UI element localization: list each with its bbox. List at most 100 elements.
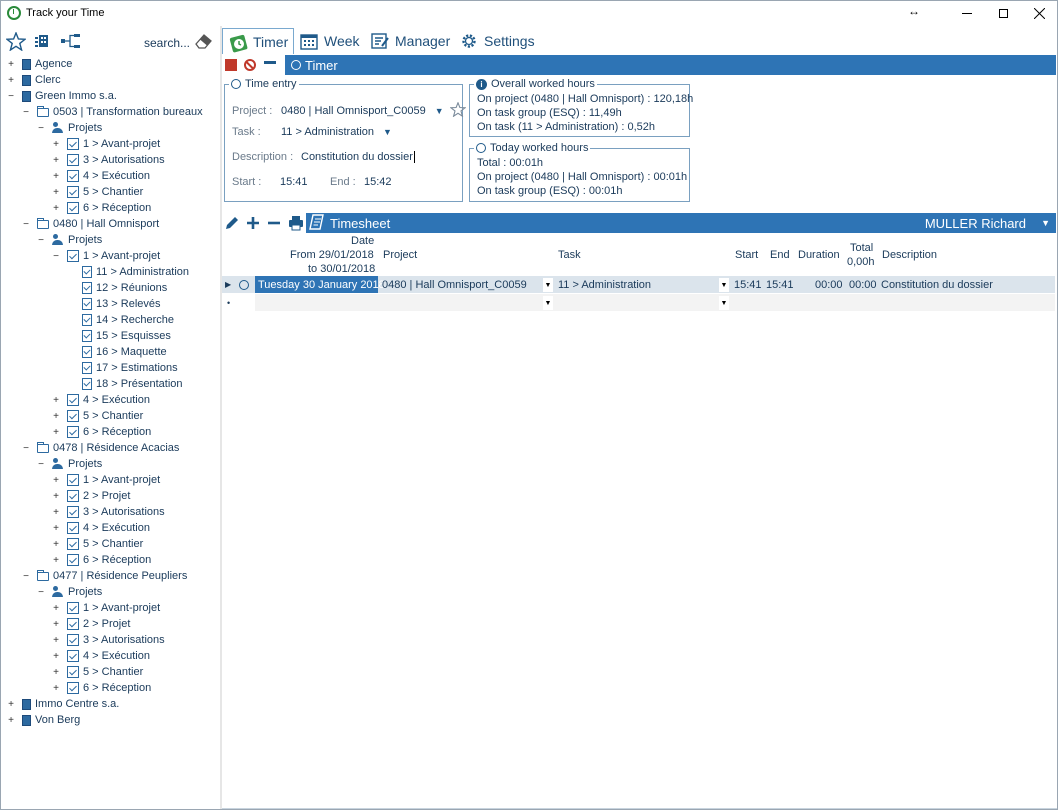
tree-item[interactable]: 18 > Présentation: [66, 376, 183, 392]
hierarchy-view-button[interactable]: [61, 32, 81, 50]
expand-icon[interactable]: +: [51, 427, 61, 438]
tab-week[interactable]: Week: [300, 28, 360, 54]
tree-item[interactable]: +6 > Réception: [51, 200, 151, 216]
expand-icon[interactable]: +: [51, 411, 61, 422]
tree-item[interactable]: +4 > Exécution: [51, 168, 150, 184]
expand-icon[interactable]: +: [51, 539, 61, 550]
tree-item[interactable]: +4 > Exécution: [51, 648, 150, 664]
task-dropdown-icon[interactable]: ▼: [383, 127, 392, 137]
tree-item[interactable]: − 0478 | Résidence Acacias: [21, 440, 179, 456]
row-description-cell[interactable]: Constitution du dossier: [881, 276, 993, 293]
row-end-cell[interactable]: 15:41: [766, 276, 794, 293]
expand-icon[interactable]: +: [51, 203, 61, 214]
stop-timer-button[interactable]: [225, 59, 237, 71]
collapse-icon[interactable]: −: [6, 91, 16, 102]
row-start-cell[interactable]: 15:41: [734, 276, 762, 293]
collapse-timer-button[interactable]: [264, 60, 276, 64]
print-button[interactable]: [288, 215, 304, 234]
expand-icon[interactable]: +: [51, 171, 61, 182]
expand-icon[interactable]: +: [51, 619, 61, 630]
expand-icon[interactable]: +: [51, 523, 61, 534]
row-project-dropdown-icon[interactable]: ▼: [543, 278, 553, 292]
expand-icon[interactable]: +: [51, 491, 61, 502]
duration-column-header[interactable]: Duration: [798, 249, 840, 261]
collapse-icon[interactable]: −: [21, 107, 31, 118]
tree-item[interactable]: +6 > Réception: [51, 424, 151, 440]
tree-item[interactable]: + Immo Centre s.a.: [6, 696, 119, 712]
task-select[interactable]: 11 > Administration: [281, 126, 374, 138]
start-column-header[interactable]: Start: [735, 249, 758, 261]
tree-item[interactable]: +4 > Exécution: [51, 392, 150, 408]
tree-item[interactable]: − Projets: [36, 120, 102, 136]
collapse-icon[interactable]: −: [21, 571, 31, 582]
tree-item[interactable]: − 0480 | Hall Omnisport: [21, 216, 159, 232]
clear-search-button[interactable]: [193, 32, 213, 50]
tree-item[interactable]: − 0477 | Résidence Peupliers: [21, 568, 187, 584]
expand-icon[interactable]: +: [6, 59, 16, 70]
user-dropdown-icon[interactable]: ▼: [1041, 218, 1050, 228]
tree-item[interactable]: +2 > Projet: [51, 488, 130, 504]
title-bar[interactable]: Track your Time ↔: [1, 1, 1057, 25]
row-project-cell[interactable]: 0480 | Hall Omnisport_C0059: [382, 276, 527, 293]
tree-item[interactable]: − Green Immo s.a.: [6, 88, 117, 104]
start-time-input[interactable]: 15:41: [280, 176, 330, 188]
tree-item[interactable]: +1 > Avant-projet: [51, 136, 160, 152]
new-table-row[interactable]: • ▼ ▼: [222, 294, 1055, 311]
expand-icon[interactable]: +: [51, 395, 61, 406]
table-row[interactable]: ▶ Tuesday 30 January 2018 0480 | Hall Om…: [222, 276, 1055, 293]
tree-item[interactable]: 16 > Maquette: [66, 344, 167, 360]
expand-icon[interactable]: +: [6, 699, 16, 710]
favorite-project-button[interactable]: [449, 101, 467, 120]
tab-settings[interactable]: Settings: [460, 28, 535, 54]
expand-icon[interactable]: +: [51, 603, 61, 614]
remove-entry-button[interactable]: [267, 216, 281, 233]
tree-item[interactable]: 15 > Esquisses: [66, 328, 171, 344]
tree-item[interactable]: +5 > Chantier: [51, 184, 143, 200]
tree-item[interactable]: +3 > Autorisations: [51, 504, 165, 520]
collapse-icon[interactable]: −: [36, 459, 46, 470]
clients-view-button[interactable]: [35, 32, 51, 50]
tab-timer[interactable]: Timer: [222, 28, 294, 54]
tree-item[interactable]: − Projets: [36, 456, 102, 472]
tree-item[interactable]: +6 > Réception: [51, 680, 151, 696]
project-column-header[interactable]: Project: [383, 249, 417, 261]
tree-item[interactable]: +5 > Chantier: [51, 408, 143, 424]
expand-icon[interactable]: +: [51, 475, 61, 486]
tree-item[interactable]: +1 > Avant-projet: [51, 472, 160, 488]
tree-item[interactable]: 12 > Réunions: [66, 280, 167, 296]
tree-item[interactable]: + Clerc: [6, 72, 61, 88]
tab-manager[interactable]: Manager: [371, 28, 450, 54]
collapse-icon[interactable]: −: [21, 219, 31, 230]
collapse-icon[interactable]: −: [36, 123, 46, 134]
project-dropdown-icon[interactable]: ▼: [435, 106, 444, 116]
tree-item[interactable]: +1 > Avant-projet: [51, 600, 160, 616]
description-input[interactable]: Constitution du dossier: [301, 151, 415, 163]
task-column-header[interactable]: Task: [558, 249, 581, 261]
collapse-icon[interactable]: −: [21, 443, 31, 454]
expand-icon[interactable]: +: [6, 75, 16, 86]
row-task-cell[interactable]: 11 > Administration: [558, 276, 651, 293]
collapse-icon[interactable]: −: [36, 235, 46, 246]
expand-icon[interactable]: +: [6, 715, 16, 726]
tree-item[interactable]: +6 > Réception: [51, 552, 151, 568]
row-date-cell[interactable]: Tuesday 30 January 2018: [255, 276, 385, 293]
total-header-line1[interactable]: Total: [850, 242, 873, 254]
tree-item[interactable]: − 0503 | Transformation bureaux: [21, 104, 203, 120]
new-row-cells[interactable]: [255, 294, 1055, 311]
row-task-dropdown-icon[interactable]: ▼: [719, 278, 729, 292]
tree-item[interactable]: + Agence: [6, 56, 72, 72]
tree-search-input[interactable]: search...: [144, 36, 190, 50]
favorites-star-button[interactable]: [5, 31, 27, 51]
add-entry-button[interactable]: [246, 216, 260, 233]
tree-item[interactable]: +2 > Projet: [51, 616, 130, 632]
tree-item[interactable]: +4 > Exécution: [51, 520, 150, 536]
expand-icon[interactable]: +: [51, 683, 61, 694]
tree-item[interactable]: − Projets: [36, 232, 102, 248]
new-row-task-dropdown-icon[interactable]: ▼: [719, 296, 729, 310]
expand-icon[interactable]: +: [51, 507, 61, 518]
new-row-project-dropdown-icon[interactable]: ▼: [543, 296, 553, 310]
expand-icon[interactable]: +: [51, 139, 61, 150]
tree-item[interactable]: − Projets: [36, 584, 102, 600]
tree-item[interactable]: +5 > Chantier: [51, 536, 143, 552]
close-button[interactable]: [1017, 1, 1058, 25]
